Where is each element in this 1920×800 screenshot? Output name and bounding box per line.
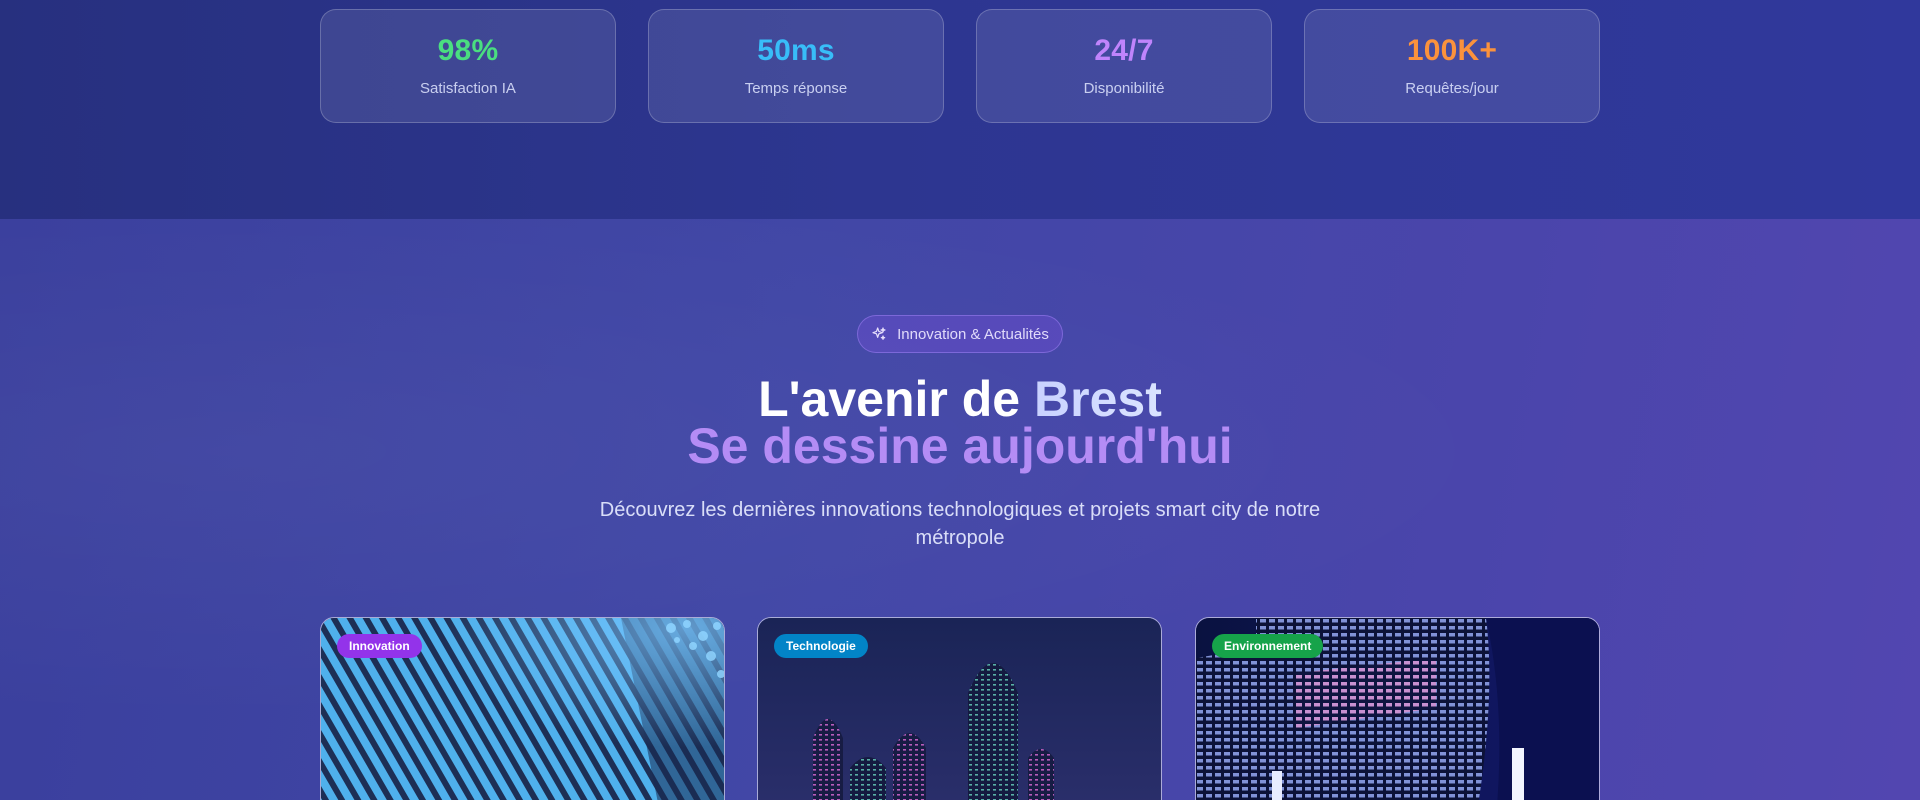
category-tag: Innovation <box>337 634 422 658</box>
stat-card-availability: 24/7 Disponibilité <box>976 9 1272 123</box>
section-title-line2: Se dessine aujourd'hui <box>687 418 1233 474</box>
page: 98% Satisfaction IA 50ms Temps réponse 2… <box>0 0 1920 800</box>
section-badge: Innovation & Actualités <box>857 315 1063 353</box>
badge-label: Innovation & Actualités <box>897 325 1049 343</box>
news-card-innovation[interactable]: Innovation <box>320 617 725 800</box>
stat-card-response-time: 50ms Temps réponse <box>648 9 944 123</box>
stat-value: 100K+ <box>1406 34 1498 67</box>
category-tag: Technologie <box>774 634 868 658</box>
stat-value: 24/7 <box>1094 34 1154 67</box>
stats-section: 98% Satisfaction IA 50ms Temps réponse 2… <box>0 0 1920 219</box>
stat-label: Requêtes/jour <box>1405 80 1499 97</box>
stat-label: Disponibilité <box>1083 80 1165 97</box>
stat-card-satisfaction: 98% Satisfaction IA <box>320 9 616 123</box>
section-subtitle: Découvrez les dernières innovations tech… <box>599 499 1321 549</box>
stat-value: 98% <box>437 34 499 67</box>
stat-value: 50ms <box>757 34 835 67</box>
news-card-environnement[interactable]: Environnement <box>1195 617 1600 800</box>
stat-card-requests: 100K+ Requêtes/jour <box>1304 9 1600 123</box>
stat-label: Satisfaction IA <box>420 80 516 97</box>
news-section: Innovation & Actualités L'avenir de Bres… <box>0 219 1920 800</box>
stat-label: Temps réponse <box>744 80 848 97</box>
category-tag: Environnement <box>1212 634 1324 658</box>
news-card-technologie[interactable]: Technologie <box>757 617 1162 800</box>
sparkles-icon <box>871 326 887 342</box>
